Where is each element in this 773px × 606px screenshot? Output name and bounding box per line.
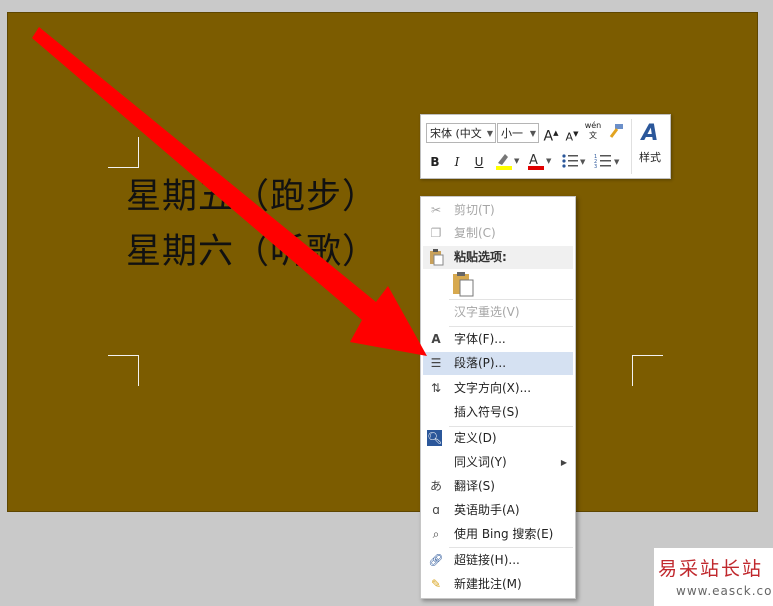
watermark-url: www.easck.com xyxy=(676,584,773,598)
watermark-title: 易采站长站 xyxy=(658,558,764,580)
site-watermark: 易采站长站 www.easck.com xyxy=(654,548,773,606)
annotation-arrow-icon xyxy=(32,27,427,356)
